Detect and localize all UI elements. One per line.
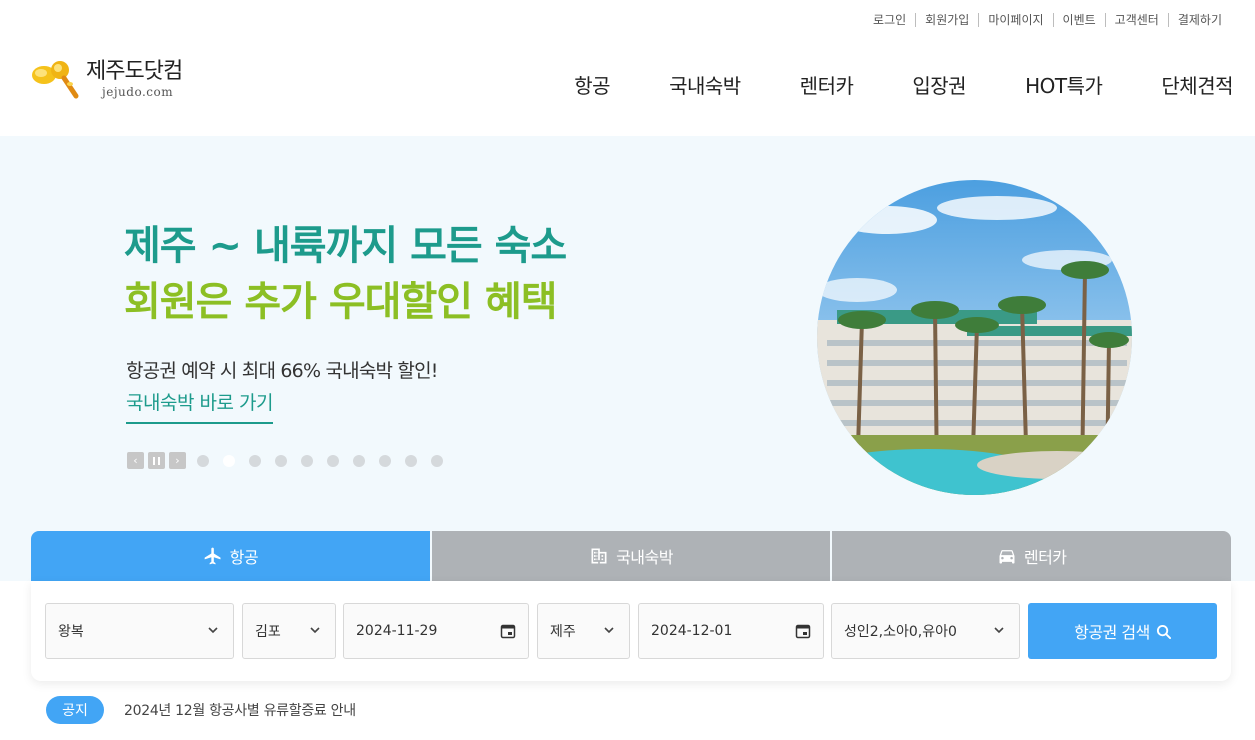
site-logo[interactable]: 제주도닷컴 jejudo.com: [30, 58, 183, 102]
slide-dot[interactable]: [327, 454, 339, 467]
tab-flight-label: 항공: [229, 548, 259, 567]
chevron-down-icon: [604, 627, 614, 634]
tab-domestic-stay[interactable]: 국내숙박: [431, 531, 831, 581]
chevron-down-icon: [208, 627, 218, 634]
search-button-label: 항공권 검색: [1074, 623, 1150, 642]
trip-type-value: 왕복: [58, 624, 84, 640]
logo-magnifier-icon: [32, 61, 79, 99]
logo-domain: jejudo.com: [102, 85, 174, 99]
hero-banner: 제주 ~ 내륙까지 모든 숙소 회원은 추가 우대할인 혜택 항공권 예약 시 …: [0, 136, 1255, 581]
hero-title-line2: 회원은 추가 우대할인 혜택: [124, 279, 558, 325]
prev-slide-icon[interactable]: ‹: [127, 452, 144, 469]
notice-badge: 공지: [46, 696, 104, 724]
nav-flight[interactable]: 항공: [574, 72, 610, 100]
slide-dot[interactable]: [197, 454, 209, 467]
calendar-icon[interactable]: [795, 623, 811, 639]
slide-dot-active[interactable]: [223, 454, 235, 467]
depart-date-input[interactable]: 2024-11-29: [343, 603, 529, 659]
slide-dot[interactable]: [275, 454, 287, 467]
nav-domestic-stay[interactable]: 국내숙박: [669, 72, 741, 100]
page: 로그인 회원가입 마이페이지 이벤트 고객센터 결제하기 제주도닷컴 jejud…: [0, 0, 1255, 740]
nav-group-quote[interactable]: 단체견적: [1161, 72, 1233, 100]
utility-nav: 로그인 회원가입 마이페이지 이벤트 고객센터 결제하기: [864, 13, 1231, 27]
flight-search-button[interactable]: 항공권 검색: [1028, 603, 1217, 659]
hero-title-line1: 제주 ~ 내륙까지 모든 숙소: [124, 223, 567, 269]
car-icon: [999, 550, 1015, 564]
nav-ticket[interactable]: 입장권: [912, 72, 966, 100]
hero-subtitle: 항공권 예약 시 최대 66% 국내숙박 할인!: [126, 360, 438, 382]
nav-rentacar[interactable]: 렌터카: [800, 72, 854, 100]
arrival-select[interactable]: 제주: [537, 603, 630, 659]
trip-type-select[interactable]: 왕복: [45, 603, 234, 659]
tab-domestic-stay-label: 국내숙박: [616, 548, 673, 567]
arrival-value: 제주: [550, 624, 576, 640]
hero-resort-image: [817, 180, 1132, 495]
chevron-down-icon: [310, 627, 320, 634]
slide-dot[interactable]: [431, 454, 443, 467]
mypage-link[interactable]: 마이페이지: [978, 13, 1052, 27]
notice-bar: 공지 2024년 12월 항공사별 유류할증료 안내: [46, 696, 356, 724]
slide-dot[interactable]: [301, 454, 313, 467]
slide-controls: ‹ ›: [127, 452, 443, 469]
search-icon: [1156, 624, 1171, 639]
airplane-icon: [204, 547, 221, 565]
nav-hot-deal[interactable]: HOT특가: [1025, 72, 1103, 100]
departure-select[interactable]: 김포: [242, 603, 336, 659]
main-nav: 항공 국내숙박 렌터카 입장권 HOT특가 단체견적: [574, 72, 1233, 100]
next-slide-icon[interactable]: ›: [169, 452, 186, 469]
hero-cta-link[interactable]: 국내숙박 바로 가기: [126, 388, 273, 424]
depart-date-value: 2024-11-29: [356, 623, 438, 639]
passenger-value: 성인2,소아0,유아0: [844, 624, 957, 640]
tab-rentacar-label: 렌터카: [1023, 548, 1067, 567]
pause-slide-icon[interactable]: [148, 452, 165, 469]
departure-value: 김포: [255, 624, 281, 640]
tab-rentacar[interactable]: 렌터카: [832, 531, 1232, 581]
search-tabs: 항공 국내숙박 렌터카: [31, 531, 1232, 581]
chevron-down-icon: [994, 627, 1004, 634]
flight-search-panel: 왕복 김포 2024-11-29 제주 2024-12-01 성인2,소아0,유…: [31, 581, 1231, 681]
event-link[interactable]: 이벤트: [1052, 13, 1105, 27]
calendar-icon[interactable]: [500, 623, 516, 639]
logo-name: 제주도닷컴: [86, 59, 183, 84]
return-date-input[interactable]: 2024-12-01: [638, 603, 824, 659]
login-link[interactable]: 로그인: [864, 13, 915, 27]
tab-flight[interactable]: 항공: [31, 531, 430, 581]
slide-dot[interactable]: [405, 454, 417, 467]
return-date-value: 2024-12-01: [651, 623, 733, 639]
passenger-select[interactable]: 성인2,소아0,유아0: [831, 603, 1020, 659]
customer-center-link[interactable]: 고객센터: [1104, 13, 1168, 27]
payment-link[interactable]: 결제하기: [1167, 13, 1231, 27]
building-icon: [591, 548, 607, 564]
slide-dot[interactable]: [379, 454, 391, 467]
slide-dot[interactable]: [353, 454, 365, 467]
signup-link[interactable]: 회원가입: [915, 13, 978, 27]
notice-link[interactable]: 2024년 12월 항공사별 유류할증료 안내: [124, 700, 356, 720]
slide-dot[interactable]: [249, 454, 261, 467]
